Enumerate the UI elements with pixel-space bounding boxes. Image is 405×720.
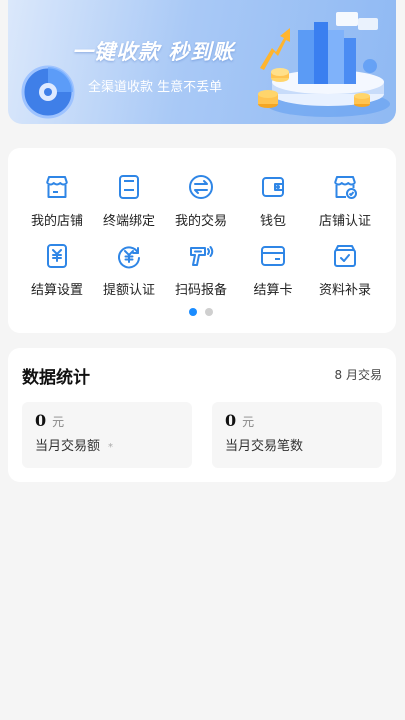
menu-label: 资料补录 — [318, 283, 371, 298]
menu-label: 我的交易 — [174, 214, 227, 229]
stat-label: 当月交易额 * — [35, 435, 113, 454]
page-dot[interactable] — [205, 308, 213, 316]
banner-title: 一键收款 秒到账 — [72, 40, 235, 64]
menu-item-data-supplement[interactable]: 资料补录 — [309, 243, 381, 299]
document-box-icon — [334, 245, 356, 267]
page-indicator[interactable] — [189, 301, 221, 316]
monthly-count-value: 0 — [225, 411, 237, 430]
monthly-amount-value: 0 — [35, 411, 47, 430]
monthly-amount-label: 当月交易额 — [35, 439, 101, 454]
store-verify-icon — [334, 176, 357, 199]
monthly-count-box[interactable]: 0元 当月交易笔数 — [212, 402, 382, 468]
menu-item-limit-raise[interactable]: 提额认证 — [93, 243, 165, 299]
menu-item-my-store[interactable]: 我的店铺 — [21, 174, 93, 230]
limit-raise-icon — [118, 246, 140, 269]
monthly-count-label: 当月交易笔数 — [225, 439, 304, 454]
building-illustration-icon — [258, 12, 390, 117]
pos-terminal-icon — [119, 175, 139, 199]
menu-label: 终端绑定 — [102, 214, 155, 229]
menu-label: 店铺认证 — [318, 214, 371, 229]
stat-value: 0元 — [225, 411, 254, 430]
menu-item-settlement-card[interactable]: 结算卡 — [237, 243, 309, 299]
menu-item-store-verification[interactable]: 店铺认证 — [309, 174, 381, 230]
promo-banner[interactable]: 一键收款 秒到账 全渠道收款 生意不丢单 — [8, 0, 396, 124]
menu-item-scan-report[interactable]: 扫码报备 — [165, 243, 237, 299]
menu-item-wallet[interactable]: 钱包 — [237, 174, 309, 230]
currency-unit: 元 — [242, 415, 255, 429]
monthly-amount-box[interactable]: 0元 当月交易额 * — [22, 402, 192, 468]
asterisk-mark: * — [108, 442, 114, 453]
menu-label: 扫码报备 — [174, 283, 227, 298]
stats-title: 数据统计 — [22, 368, 90, 388]
stat-value: 0元 — [35, 411, 64, 430]
stats-card: 数据统计 8 月交易 0元 当月交易额 * 0元 当月交易笔数 — [8, 348, 396, 482]
wallet-icon — [262, 177, 284, 197]
menu-item-my-transactions[interactable]: 我的交易 — [165, 174, 237, 230]
menu-item-settlement-settings[interactable]: 结算设置 — [21, 243, 93, 299]
month-selector[interactable]: 8 月交易 — [335, 366, 382, 383]
menu-label: 我的店铺 — [30, 214, 83, 229]
settlement-icon — [47, 244, 67, 268]
disc-icon — [21, 65, 75, 119]
exchange-icon — [189, 175, 213, 199]
feature-menu-card: 我的店铺 终端绑定 我的交易 钱包 店铺认证 结算设置 提额认证 扫码报备 结算… — [8, 148, 396, 333]
currency-unit: 元 — [52, 415, 65, 429]
scanner-icon — [190, 246, 214, 266]
menu-label: 钱包 — [259, 214, 286, 229]
menu-label: 提额认证 — [102, 283, 155, 298]
page-dot-active[interactable] — [189, 308, 197, 316]
bank-card-icon — [261, 246, 285, 266]
banner-subtitle: 全渠道收款 生意不丢单 — [88, 80, 223, 95]
menu-label: 结算卡 — [253, 283, 293, 298]
store-icon — [46, 176, 68, 198]
menu-label: 结算设置 — [30, 283, 83, 298]
menu-item-terminal-binding[interactable]: 终端绑定 — [93, 174, 165, 230]
